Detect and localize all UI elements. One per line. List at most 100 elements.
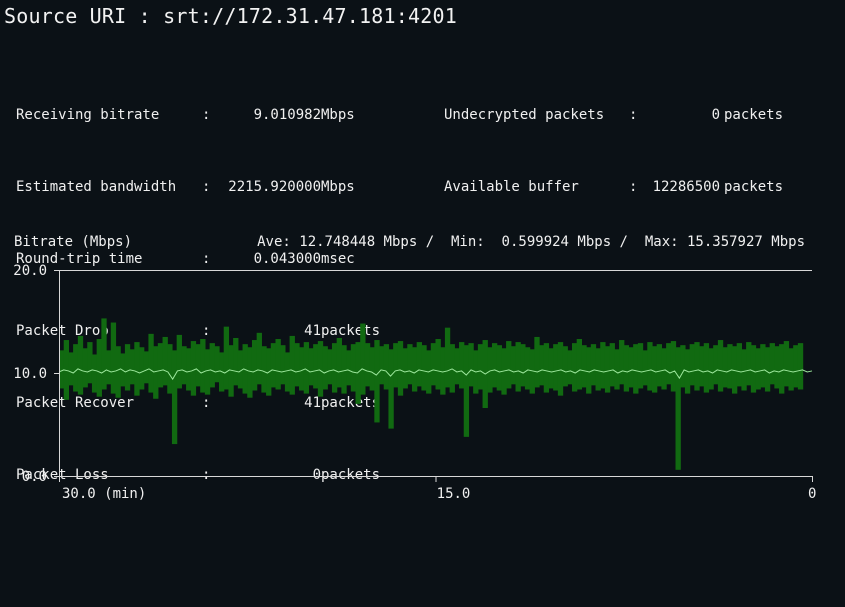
bitrate-range-bar	[680, 345, 686, 388]
x-tick-label: 0	[808, 486, 816, 502]
bitrate-range-bar	[430, 343, 437, 386]
bitrate-range-bar	[661, 348, 667, 390]
bitrate-range-bars	[59, 318, 804, 470]
bitrate-range-bar	[449, 344, 455, 393]
bitrate-range-bar	[157, 343, 164, 388]
bitrate-range-bar	[614, 349, 620, 390]
bitrate-range-bar	[666, 343, 672, 385]
bitrate-range-bar	[204, 349, 211, 395]
bitrate-range-bar	[247, 347, 253, 398]
bitrate-range-bar	[487, 347, 493, 393]
bitrate-range-bar	[600, 342, 606, 389]
bitrate-range-bar	[411, 347, 418, 392]
bitrate-range-bar	[746, 342, 752, 386]
bitrate-range-bar	[722, 347, 728, 388]
bitrate-range-bar	[736, 343, 743, 387]
bitrate-range-bar	[171, 350, 178, 445]
bitrate-range-bar	[595, 348, 601, 391]
bitrate-range-bar	[590, 344, 597, 386]
bitrate-range-bar	[294, 343, 300, 387]
bitrate-range-bar	[153, 346, 159, 399]
bitrate-range-bar	[331, 343, 338, 393]
bitrate-range-bar	[393, 343, 399, 388]
bitrate-range-bar	[317, 341, 324, 397]
bitrate-range-bar	[134, 342, 140, 396]
bitrate-range-bar	[200, 339, 206, 393]
bitrate-range-bar	[214, 346, 220, 383]
bitrate-range-bar	[571, 343, 578, 392]
bitrate-range-bar	[628, 347, 634, 388]
bitrate-range-bar	[548, 348, 554, 389]
bitrate-range-bar	[694, 342, 700, 391]
bitrate-range-bar	[675, 347, 681, 470]
bitrate-range-bar	[101, 318, 107, 390]
bitrate-range-bar	[129, 349, 135, 385]
bitrate-range-bar	[491, 343, 498, 388]
bitrate-range-bar	[586, 347, 592, 394]
bitrate-range-bar	[562, 346, 568, 387]
bitrate-range-bar	[106, 350, 112, 385]
bitrate-range-bar	[727, 344, 733, 389]
bitrate-range-bar	[96, 339, 102, 397]
bitrate-range-bar	[774, 346, 780, 389]
bitrate-range-bar	[91, 354, 98, 393]
bitrate-range-bar	[383, 344, 390, 390]
bitrate-range-bar	[176, 334, 182, 389]
bitrate-range-bar	[454, 348, 460, 385]
bitrate-range-bar	[327, 349, 333, 385]
bitrate-range-bar	[322, 346, 328, 390]
bitrate-range-bar	[397, 341, 404, 396]
bitrate-range-bar	[364, 343, 371, 387]
bitrate-range-bar	[689, 344, 695, 386]
bitrate-range-bar	[647, 342, 653, 391]
bitrate-range-bar	[139, 347, 145, 390]
bitrate-range-bar	[741, 349, 747, 391]
bitrate-range-bar	[115, 346, 121, 398]
bitrate-range-bar	[195, 344, 201, 387]
bitrate-range-bar	[553, 344, 559, 391]
bitrate-range-bar	[788, 348, 794, 391]
bitrate-range-bar	[350, 344, 357, 392]
bitrate-range-bar	[637, 343, 644, 389]
bitrate-range-bar	[223, 326, 230, 390]
bitrate-range-bar	[313, 344, 319, 389]
bitrate-range-bar	[543, 343, 550, 393]
bitrate-range-bar	[797, 343, 804, 390]
bitrate-range-bar	[779, 344, 785, 394]
x-tick-label: 30.0 (min)	[62, 486, 146, 502]
bitrate-range-bar	[82, 348, 88, 388]
bitrate-range-bar	[581, 345, 587, 388]
bitrate-range-bar	[148, 333, 154, 393]
bitrate-range-bar	[87, 342, 93, 384]
bitrate-range-bar	[656, 344, 662, 387]
bitrate-range-bar	[609, 343, 615, 387]
bitrate-range-bar	[633, 344, 639, 394]
bitrate-range-bar	[360, 323, 366, 395]
bitrate-range-bar	[576, 339, 582, 390]
bitrate-range-bar	[444, 327, 451, 388]
bitrate-range-bar	[506, 341, 512, 389]
bitrate-range-bar	[256, 332, 262, 385]
bitrate-range-bar	[468, 343, 474, 387]
bitrate-range-bar	[416, 342, 422, 387]
bitrate-range-bar	[463, 345, 470, 437]
bitrate-range-bar	[186, 348, 192, 391]
y-tick-label: 10.0	[13, 366, 47, 382]
bitrate-range-bar	[435, 339, 441, 390]
bitrate-range-bar	[524, 347, 531, 390]
bitrate-range-bar	[708, 348, 714, 390]
bitrate-range-bar	[143, 351, 150, 384]
bitrate-range-bar	[308, 348, 314, 386]
bitrate-range-bar	[369, 347, 375, 391]
bitrate-range-bar	[642, 350, 648, 386]
bitrate-range-bar	[275, 339, 281, 390]
bitrate-range-bar	[459, 342, 465, 389]
bitrate-range-bar	[713, 345, 719, 385]
bitrate-range-bar	[750, 345, 757, 393]
bitrate-range-bar	[760, 344, 766, 388]
bitrate-range-bar	[651, 346, 658, 393]
bitrate-range-bar	[769, 343, 775, 385]
bitrate-range-bar	[181, 346, 187, 385]
bitrate-range-bar	[341, 345, 347, 394]
bitrate-range-bar	[755, 348, 761, 390]
